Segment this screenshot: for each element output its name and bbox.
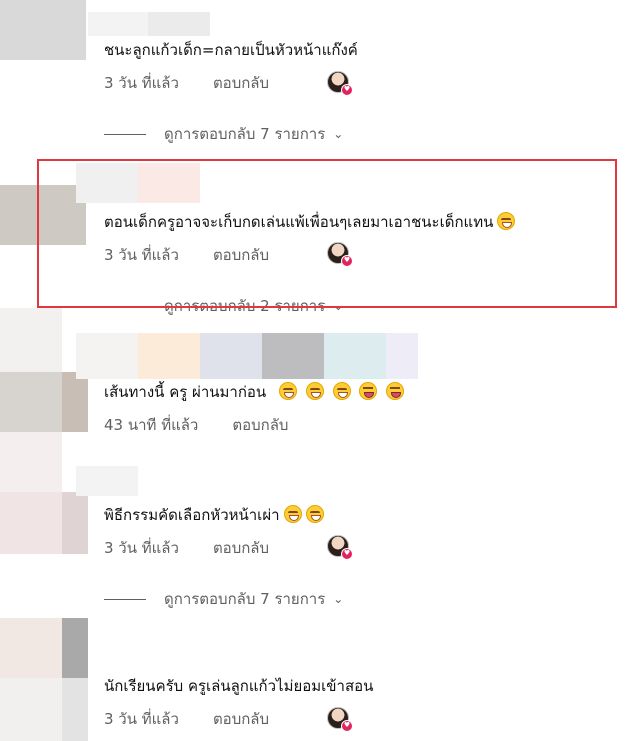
heart-icon: ♥ [341, 720, 353, 732]
blurred-username[interactable] [88, 12, 148, 36]
blurred-avatar[interactable] [0, 678, 62, 741]
comment-text: ชนะลูกแก้วเด็ก=กลายเป็นหัวหน้าแก๊งค์ [104, 41, 358, 59]
reply-button[interactable]: ตอบกลับ [213, 707, 269, 731]
comment-meta: 43 นาที ที่แล้ว ตอบกลับ [104, 413, 288, 437]
blurred-username[interactable] [148, 12, 210, 36]
blurred-username[interactable] [76, 333, 138, 379]
blurred-avatar[interactable] [62, 372, 88, 432]
blurred-username[interactable] [138, 333, 200, 379]
view-replies-button[interactable]: ดูการตอบกลับ 7 รายการ ⌄ [104, 587, 343, 611]
comment-meta: 3 วัน ที่แล้ว ตอบกลับ [104, 707, 269, 731]
squinting-tongue-emoji [386, 382, 405, 400]
blurred-username[interactable] [386, 333, 418, 379]
comment-timestamp[interactable]: 3 วัน ที่แล้ว [104, 71, 179, 95]
blurred-avatar[interactable] [0, 308, 62, 372]
rolling-laughing-emoji [283, 505, 302, 523]
comment-text-label: พิธีกรรมคัดเลือกหัวหน้าเผ่า [104, 506, 280, 524]
reply-button[interactable]: ตอบกลับ [213, 536, 269, 560]
blurred-avatar[interactable] [62, 678, 88, 741]
rolling-laughing-emoji [305, 505, 324, 523]
creator-heart-avatar: ♥ [327, 707, 353, 732]
blurred-username[interactable] [262, 333, 324, 379]
heart-icon: ♥ [341, 84, 353, 96]
creator-heart-avatar: ♥ [327, 535, 353, 560]
comment-meta: 3 วัน ที่แล้ว ตอบกลับ [104, 71, 269, 95]
divider-line [104, 598, 146, 600]
blurred-avatar[interactable] [0, 492, 62, 554]
creator-heart-avatar: ♥ [327, 71, 353, 96]
grinning-emoji [305, 382, 324, 400]
blurred-username[interactable] [324, 333, 386, 379]
blurred-avatar[interactable] [62, 492, 88, 554]
comment-text: นักเรียนครับ ครูเล่นลูกแก้วไม่ยอมเข้าสอน [104, 677, 374, 695]
view-replies-label: ดูการตอบกลับ 7 รายการ [164, 590, 326, 608]
grinning-emoji [278, 382, 297, 400]
comment-text-label: เส้นทางนี้ ครู ผ่านมาก่อน [104, 383, 267, 401]
comment-text: เส้นทางนี้ ครู ผ่านมาก่อน [104, 381, 405, 403]
squinting-tongue-emoji [359, 382, 378, 400]
blurred-avatar[interactable] [62, 618, 88, 678]
view-replies-label: ดูการตอบกลับ 7 รายการ [164, 125, 326, 143]
blurred-avatar[interactable] [0, 432, 62, 492]
reply-button[interactable]: ตอบกลับ [232, 413, 288, 437]
chevron-down-icon: ⌄ [333, 127, 344, 141]
blurred-avatar[interactable] [0, 0, 86, 60]
comment-timestamp[interactable]: 3 วัน ที่แล้ว [104, 536, 179, 560]
comment-meta: 3 วัน ที่แล้ว ตอบกลับ [104, 536, 269, 560]
blurred-avatar[interactable] [0, 618, 62, 678]
view-replies-button[interactable]: ดูการตอบกลับ 7 รายการ ⌄ [104, 122, 343, 146]
comment-timestamp[interactable]: 43 นาที ที่แล้ว [104, 413, 198, 437]
divider-line [104, 133, 146, 135]
blurred-username[interactable] [76, 466, 138, 496]
blurred-avatar[interactable] [0, 372, 62, 432]
reply-button[interactable]: ตอบกลับ [213, 71, 269, 95]
grinning-emoji [332, 382, 351, 400]
blurred-username[interactable] [200, 333, 262, 379]
chevron-down-icon: ⌄ [333, 592, 344, 606]
comment-timestamp[interactable]: 3 วัน ที่แล้ว [104, 707, 179, 731]
highlight-box [37, 159, 617, 308]
heart-icon: ♥ [341, 548, 353, 560]
comment-text: พิธีกรรมคัดเลือกหัวหน้าเผ่า [104, 504, 324, 526]
